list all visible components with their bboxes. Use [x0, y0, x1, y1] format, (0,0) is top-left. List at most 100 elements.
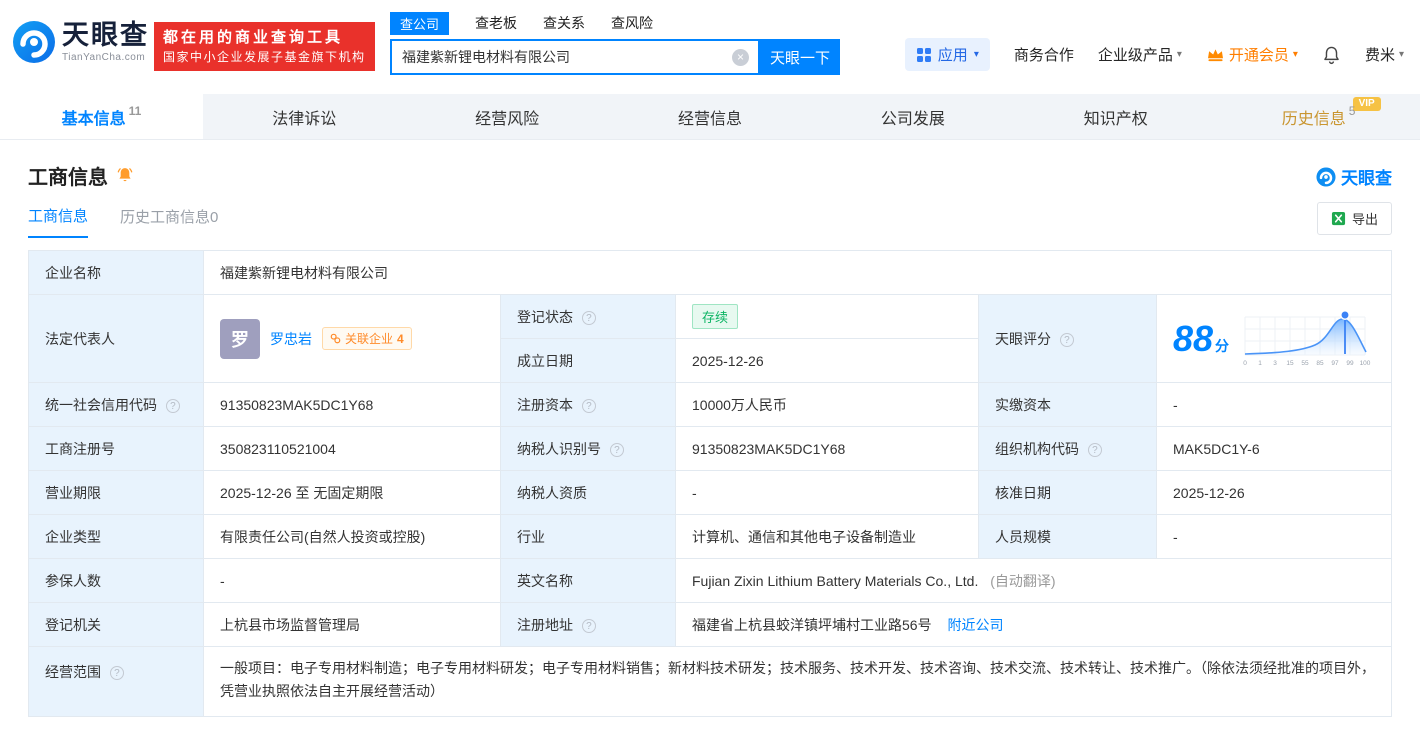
- search-tab-risk[interactable]: 查风险: [611, 13, 653, 33]
- help-icon[interactable]: ?: [581, 310, 596, 325]
- value-company-name: 福建紫新锂电材料有限公司: [203, 250, 1392, 295]
- value-industry: 计算机、通信和其他电子设备制造业: [675, 514, 979, 559]
- label-paid-capital: 实缴资本: [978, 382, 1157, 427]
- grid-icon: [916, 47, 931, 62]
- score-number: 88 分: [1173, 320, 1230, 357]
- section-title: 工商信息: [28, 166, 108, 189]
- promo-banner: 都在用的商业查询工具 国家中小企业发展子基金旗下机构: [154, 22, 375, 71]
- export-button[interactable]: 导出: [1316, 202, 1392, 235]
- field-label: 营业期限: [45, 484, 101, 501]
- help-icon[interactable]: ?: [609, 442, 624, 457]
- business-cooperation-link[interactable]: 商务合作: [1014, 44, 1074, 65]
- value-reg-no: 350823110521004: [203, 426, 501, 471]
- avatar[interactable]: 罗: [220, 318, 260, 359]
- tab-company-development[interactable]: 公司发展: [811, 94, 1014, 139]
- search-tab-company[interactable]: 查公司: [390, 11, 450, 35]
- value-staff-size: -: [1156, 514, 1392, 559]
- svg-text:3: 3: [1273, 360, 1277, 367]
- chevron-down-icon: ▾: [1176, 49, 1182, 60]
- tianyancha-logo[interactable]: 天眼查 TianYanCha.com: [12, 20, 149, 64]
- field-label: 核准日期: [995, 484, 1051, 501]
- tab-operating-risk[interactable]: 经营风险: [406, 94, 609, 139]
- label-staff-size: 人员规模: [978, 514, 1157, 559]
- value-score: 88 分 0 1 3 15 55 85 97 99 100: [1156, 294, 1392, 383]
- chevron-down-icon: ▾: [1292, 49, 1298, 60]
- search-row: × 天眼一下: [390, 39, 842, 75]
- value-english-name: Fujian Zixin Lithium Battery Materials C…: [675, 558, 1392, 603]
- crown-icon: [1207, 49, 1223, 62]
- table-row: 营业期限 2025-12-26 至 无固定期限 纳税人资质 - 核准日期 202…: [28, 470, 1392, 515]
- value-legal-rep: 罗 罗忠岩 关联企业 4: [203, 294, 501, 383]
- search-area: 查公司 查老板 查关系 查风险 × 天眼一下: [390, 11, 842, 75]
- notification-bell-icon[interactable]: [1322, 45, 1341, 65]
- tab-legal-proceedings[interactable]: 法律诉讼: [203, 94, 406, 139]
- tab-intellectual-property[interactable]: 知识产权: [1014, 94, 1217, 139]
- value-taxpayer-no: 91350823MAK5DC1Y68: [675, 426, 979, 471]
- field-label: 纳税人识别号: [517, 440, 601, 457]
- field-label: 注册地址: [517, 616, 573, 633]
- chevron-down-icon: ▾: [1398, 49, 1404, 60]
- watermark-logo: 天眼查: [1316, 164, 1392, 189]
- logo-eye-icon: [13, 21, 55, 63]
- help-icon[interactable]: ?: [109, 666, 124, 680]
- top-right-nav: 应用 ▾ 商务合作 企业级产品 ▾ 开通会员 ▾ 费米 ▾: [904, 38, 1404, 71]
- enterprise-products-menu[interactable]: 企业级产品 ▾: [1098, 44, 1182, 65]
- help-icon[interactable]: ?: [1087, 442, 1102, 457]
- business-info-table: 企业名称 福建紫新锂电材料有限公司 法定代表人 罗 罗忠岩 关联企业 4 登记状…: [28, 250, 1392, 717]
- promo-line1: 都在用的商业查询工具: [163, 29, 344, 46]
- value-reg-capital: 10000万人民币: [675, 382, 979, 427]
- label-reg-no: 工商注册号: [28, 426, 204, 471]
- tab-history-info[interactable]: VIP 历史信息 5: [1217, 94, 1420, 139]
- tab-label: 经营风险: [475, 110, 540, 128]
- field-label: 英文名称: [517, 572, 573, 589]
- svg-text:100: 100: [1360, 360, 1371, 367]
- field-label: 组织机构代码: [995, 440, 1079, 457]
- status-badge: 存续: [692, 304, 739, 329]
- enterprise-label: 企业级产品: [1097, 47, 1173, 64]
- label-reg-status: 登记状态 ?: [500, 294, 676, 339]
- search-button[interactable]: 天眼一下: [760, 39, 840, 75]
- promo-line2: 国家中小企业发展子基金旗下机构: [163, 50, 366, 64]
- user-menu[interactable]: 费米 ▾: [1365, 44, 1404, 65]
- help-icon[interactable]: ?: [581, 398, 596, 413]
- label-taxpayer-quality: 纳税人资质: [500, 470, 676, 515]
- apps-menu[interactable]: 应用 ▾: [904, 38, 990, 71]
- section-header: 工商信息 天眼查: [28, 162, 1392, 189]
- help-icon[interactable]: ?: [165, 398, 180, 413]
- label-scope: 经营范围 ?: [28, 646, 204, 717]
- tab-label: 法律诉讼: [272, 110, 337, 128]
- tab-basic-info[interactable]: 基本信息 11: [0, 94, 203, 139]
- value-taxpayer-quality: -: [675, 470, 979, 515]
- related-label: 关联企业: [345, 332, 394, 346]
- help-icon[interactable]: ?: [1059, 332, 1074, 347]
- search-tab-boss[interactable]: 查老板: [475, 13, 517, 33]
- legal-rep-link[interactable]: 罗忠岩: [270, 329, 312, 349]
- value-credit-code: 91350823MAK5DC1Y68: [203, 382, 501, 427]
- value-reg-status: 存续: [675, 294, 979, 339]
- help-icon[interactable]: ?: [581, 618, 596, 633]
- subtab-business-info[interactable]: 工商信息: [28, 205, 89, 238]
- table-row: 工商注册号 350823110521004 纳税人识别号 ? 91350823M…: [28, 426, 1392, 471]
- score-unit: 分: [1215, 337, 1230, 354]
- field-label: 成立日期: [517, 352, 573, 369]
- main-content: 工商信息 天眼查 工商信息 历史工商信息0 导出 企业名称 福建紫新锂电材料有限…: [0, 162, 1420, 717]
- label-industry: 行业: [500, 514, 676, 559]
- search-tabs: 查公司 查老板 查关系 查风险: [390, 11, 842, 35]
- field-label: 天眼评分: [995, 330, 1051, 347]
- search-tab-relation[interactable]: 查关系: [543, 13, 585, 33]
- field-label: 登记状态: [517, 308, 573, 325]
- label-reg-capital: 注册资本 ?: [500, 382, 676, 427]
- subtab-history-business-info[interactable]: 历史工商信息0: [120, 206, 218, 237]
- nearby-companies-link[interactable]: 附近公司: [947, 617, 1003, 633]
- search-input[interactable]: [392, 41, 758, 73]
- tab-operating-info[interactable]: 经营信息: [609, 94, 812, 139]
- related-count: 4: [397, 331, 404, 346]
- label-english-name: 英文名称: [500, 558, 676, 603]
- clear-icon[interactable]: ×: [732, 49, 749, 66]
- related-companies-badge[interactable]: 关联企业 4: [322, 327, 412, 350]
- membership-menu[interactable]: 开通会员 ▾: [1206, 44, 1298, 65]
- svg-text:0: 0: [1243, 360, 1247, 367]
- tab-label: 历史信息: [1281, 110, 1346, 128]
- logo-text: 天眼查 TianYanCha.com: [62, 21, 149, 63]
- monitor-bell-icon[interactable]: [116, 166, 134, 184]
